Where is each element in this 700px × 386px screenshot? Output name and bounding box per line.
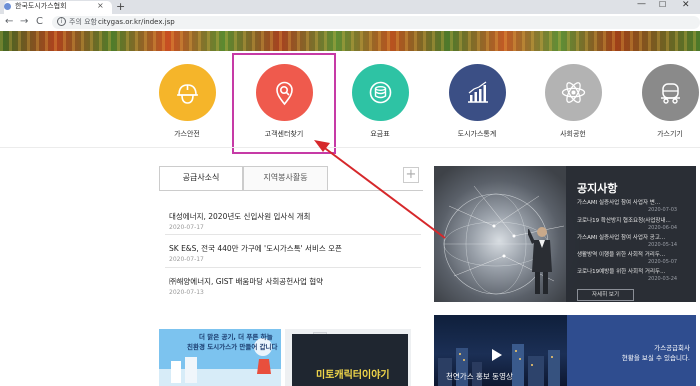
notice-item-title[interactable]: 가스AMI 실증사업 참여 사업자 변...: [577, 198, 660, 206]
notice-item-title[interactable]: 코로나19 확산방지 협조요청(사업장내...: [577, 216, 671, 224]
site-favicon-icon: [4, 3, 11, 10]
window-maximize-icon[interactable]: ☐: [659, 0, 666, 9]
service-rate-table[interactable]: 요금표: [350, 64, 410, 139]
service-label: 가스안전: [174, 130, 200, 138]
service-label: 요금표: [370, 130, 390, 138]
notice-title: 공지사항: [577, 182, 618, 195]
network-lines-image: [443, 185, 565, 295]
safety-helmet-icon: [176, 84, 198, 104]
video-caption: 천연가스 홍보 동영상: [446, 372, 513, 381]
coin-stack-icon: [369, 81, 391, 104]
play-icon[interactable]: [492, 349, 502, 361]
character-banner-title: 미토캐릭터이야기: [316, 370, 390, 381]
news-divider: [165, 267, 421, 268]
reload-icon[interactable]: C: [36, 15, 43, 29]
tab-regional-volunteer-label[interactable]: 지역봉사활동: [243, 172, 328, 183]
gas-supplier-banner-line1: 가스공급회사: [654, 344, 690, 352]
notice-item-title[interactable]: 코로나19예방을 위한 사회적 거리두...: [577, 267, 665, 275]
notice-item-date: 2020-05-14: [648, 242, 678, 248]
service-circle[interactable]: [448, 64, 506, 121]
highlight-annotation-box: [232, 53, 336, 154]
window-close-icon[interactable]: ✕: [682, 0, 690, 10]
section-divider: [0, 147, 700, 148]
businessman-image: [528, 227, 552, 294]
notice-item-date: 2020-06-04: [648, 225, 678, 231]
gas-truck-icon: [660, 83, 680, 104]
info-icon[interactable]: i: [57, 17, 66, 26]
notice-more-button[interactable]: 자세히 보기: [577, 289, 634, 301]
service-social-contribution[interactable]: 사회공헌: [543, 64, 603, 139]
news-item-title[interactable]: 대성에너지, 2020년도 신입사원 입사식 개최: [169, 211, 310, 222]
notice-item-title[interactable]: 생활방역 이행을 위한 사회적 거리두...: [577, 250, 665, 258]
notice-item-title[interactable]: 가스AMI 실증사업 참여 사업자 공고...: [577, 233, 665, 241]
news-divider: [165, 234, 421, 235]
back-icon[interactable]: ←: [5, 15, 13, 29]
news-item-date: 2020-07-17: [169, 256, 204, 263]
service-circle[interactable]: [158, 64, 216, 121]
gas-supplier-banner-line2: 현황을 보실 수 있습니다.: [621, 354, 690, 362]
service-city-gas-statistics[interactable]: 도시가스통계: [447, 64, 507, 139]
tab-supplier-news-label[interactable]: 공급사소식: [159, 172, 243, 183]
service-label: 사회공헌: [560, 130, 586, 138]
url-text[interactable]: citygas.or.kr/index.jsp: [98, 17, 175, 27]
news-item-date: 2020-07-17: [169, 224, 204, 231]
notice-item-date: 2020-03-24: [648, 276, 678, 282]
more-news-button[interactable]: +: [403, 167, 419, 183]
tab-underline: [159, 190, 423, 191]
campaign-text-line2: 친환경 도시가스가 만들어 갑니다: [187, 343, 278, 351]
notice-item-date: 2020-07-03: [648, 207, 678, 213]
service-label: 도시가스통계: [457, 130, 497, 138]
hero-banner-image: [0, 31, 700, 51]
atom-icon: [561, 82, 585, 103]
service-circle[interactable]: [351, 64, 409, 121]
news-item-title[interactable]: SK E&S, 전국 440만 가구에 '도시가스톡' 서비스 오픈: [169, 243, 342, 254]
forward-icon[interactable]: →: [20, 15, 28, 29]
campaign-text-line1: 더 맑은 공기, 더 푸른 하늘: [199, 333, 273, 341]
bar-chart-icon: [467, 81, 488, 103]
news-item-date: 2020-07-13: [169, 289, 204, 296]
notice-item-date: 2020-05-07: [648, 259, 678, 265]
service-gas-safety[interactable]: 가스안전: [157, 64, 217, 139]
service-label: 가스기기: [657, 130, 683, 138]
new-tab-button[interactable]: +: [116, 0, 125, 13]
service-circle[interactable]: [641, 64, 699, 121]
browser-tab-title: 한국도시가스협회: [15, 2, 67, 10]
service-circle[interactable]: [544, 64, 602, 121]
window-minimize-icon[interactable]: —: [637, 0, 646, 9]
address-separator: |: [92, 18, 95, 26]
service-gas-appliances[interactable]: 가스기기: [640, 64, 700, 139]
tab-close-icon[interactable]: ×: [97, 0, 104, 12]
news-item-title[interactable]: ㈜해양에너지, GIST 배움마당 사회공헌사업 협약: [169, 276, 323, 287]
